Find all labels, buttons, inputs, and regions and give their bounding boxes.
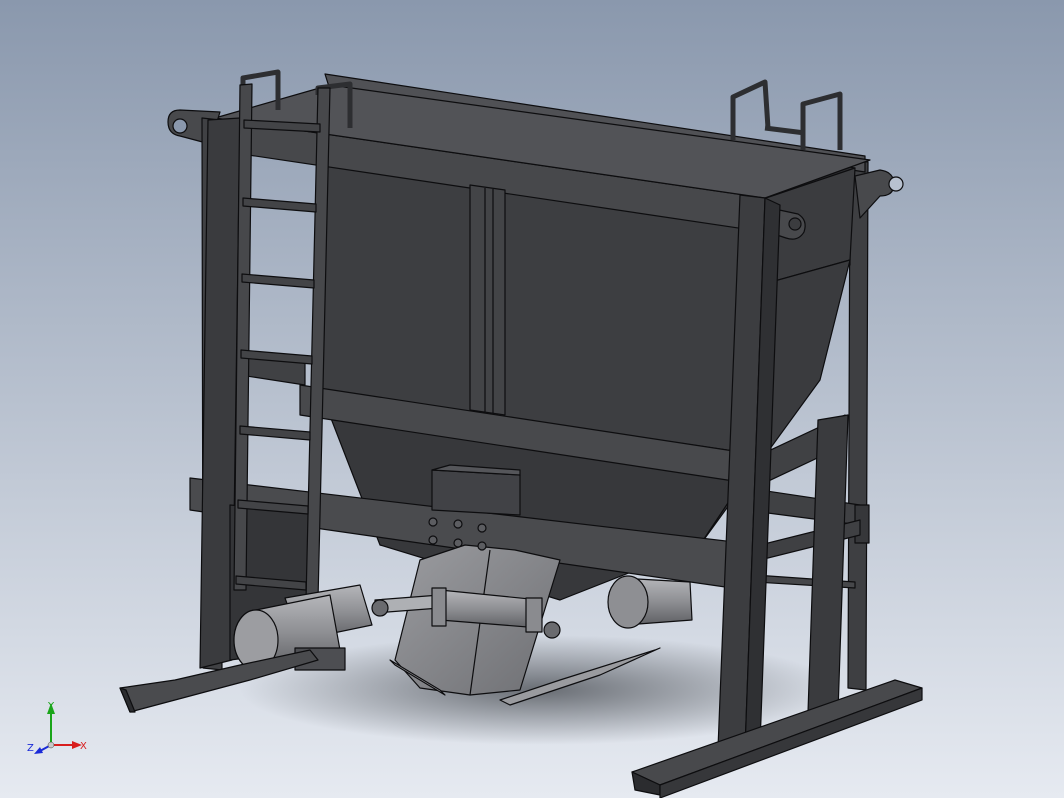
hopper-model-render: X Y Z xyxy=(0,0,1064,798)
cad-viewport[interactable]: X Y Z xyxy=(0,0,1064,798)
triad-y-label: Y xyxy=(47,701,55,712)
right-drive-motor xyxy=(607,575,693,629)
triad-x-label: X xyxy=(80,741,87,752)
triad-z-label: Z xyxy=(27,743,34,754)
